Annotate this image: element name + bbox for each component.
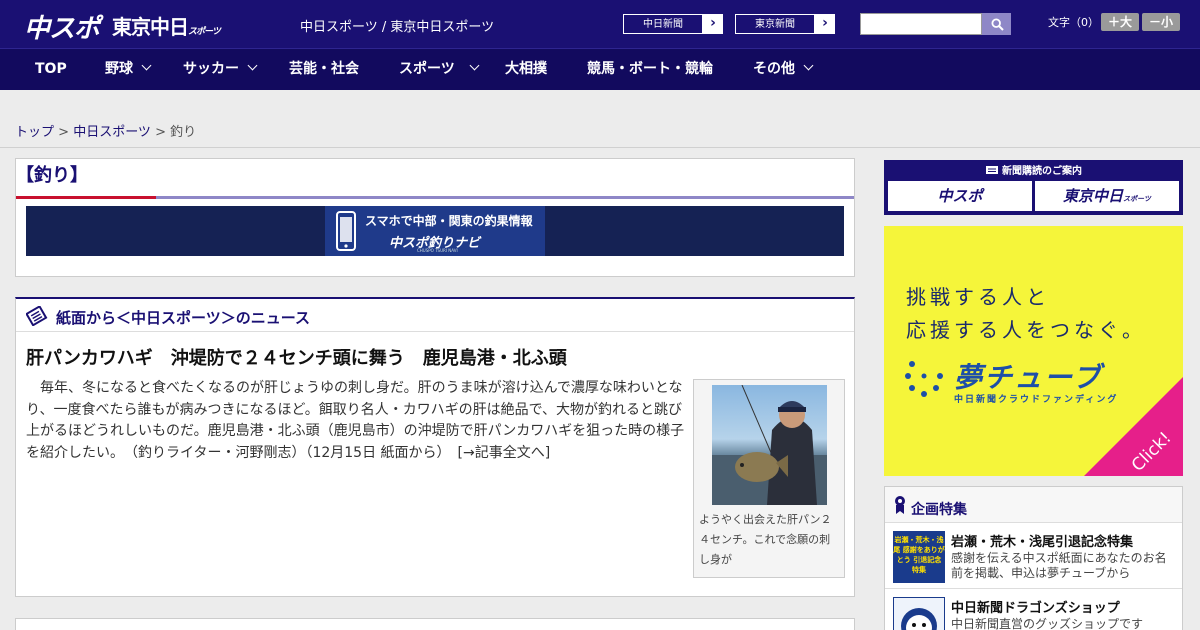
nav-item-baseball[interactable]: 野球 [105,49,152,91]
feature-item[interactable]: 中日新聞ドラゴンズショップ 中日新聞直営のグッズショップです [885,589,1182,630]
article-photo-box: ようやく出会えた肝パン２４センチ。これで念願の刺し身が [693,379,845,578]
chevron-right-icon: › [710,15,716,31]
feature-item[interactable]: 岩瀬・荒木・浅尾 感謝をありがとう 引退記念 特集 岩瀬・荒木・浅尾引退記念特集… [885,523,1182,589]
site-header: 中スポ 東京中日スポーツ 中日スポーツ / 東京中日スポーツ 中日新聞 › 東京… [0,0,1200,48]
newspaper-icon [986,166,998,174]
main-nav: TOP 野球 サッカー 芸能・社会 スポーツ 大相撲 競馬・ボート・競輪 その他 [0,48,1200,90]
next-news-box [15,618,855,630]
subscribe-tokyo-chunichi-button[interactable]: 東京中日スポーツ [1035,181,1179,211]
chevron-down-icon [247,60,258,71]
category-divider-accent [16,196,156,199]
logo-tokyo-chunichi-text: 東京中日 [112,15,189,39]
logo-tokyo-chunichi-small: スポーツ [188,27,221,37]
chevron-down-icon [141,60,152,71]
yume-tube-line1: 挑戦する人と [906,285,1050,309]
nav-item-other[interactable]: その他 [753,49,814,91]
logo-tokyo-chunichi[interactable]: 東京中日スポーツ [112,11,221,40]
tsuri-navi-line3: CHUSPO TSURI NAVI [417,248,458,253]
photo-caption: ようやく出会えた肝パン２４センチ。これで念願の刺し身が [699,513,832,566]
feature-thumbnail: 岩瀬・荒木・浅尾 感謝をありがとう 引退記念 特集 [893,531,945,583]
font-size-label: 文字（0） [1048,16,1099,29]
features-header: 企画特集 [885,487,1182,523]
font-larger-button[interactable]: ＋大 [1101,13,1139,31]
news-heading: 紙面から＜中日スポーツ＞のニュース [56,309,310,327]
font-smaller-button[interactable]: －小 [1142,13,1180,31]
smartphone-icon [336,211,356,251]
newspaper-icon [26,306,48,326]
nav-item-label: その他 [753,61,795,77]
features-heading: 企画特集 [911,502,967,518]
article-summary: 毎年、冬になると食べたくなるのが肝じょうゆの刺し身だ。肝のうま味が溶け込んで濃厚… [26,380,685,461]
site-links[interactable]: 中日スポーツ / 東京中日スポーツ [300,16,494,35]
breadcrumb-current: 釣り [170,125,197,140]
search-input[interactable] [860,13,982,35]
nav-item-label: スポーツ [399,61,455,77]
tsuri-navi-line1: スマホで中部・関東の釣果情報 [365,214,533,228]
search-icon [991,18,1004,31]
yume-tube-brand: 夢チューブ [954,361,1103,394]
nav-item-entertainment[interactable]: 芸能・社会 [289,49,359,91]
tsuri-navi-banner-inner: スマホで中部・関東の釣果情報 中スポ釣りナビ CHUSPO TSURI NAVI [325,206,545,256]
yume-tube-line2: 応援する人をつなぐ。 [906,318,1146,342]
breadcrumb-home-link[interactable]: トップ [15,125,54,140]
article-title-link[interactable]: 肝パンカワハギ 沖堤防で２４センチ頭に舞う 鹿児島港・北ふ頭 [26,344,567,370]
mascot-icon [901,608,937,630]
chevron-right-icon: › [822,15,828,31]
nav-item-soccer[interactable]: サッカー [183,49,258,91]
nav-item-label: 野球 [105,61,133,77]
subscription-title: 新聞購読のご案内 [884,162,1183,177]
breadcrumb-separator: > [54,125,74,140]
chunichi-shimbun-label: 中日新聞 [623,14,703,34]
breadcrumb: トップ > 中日スポーツ > 釣り [15,121,196,140]
tokyo-shimbun-button[interactable]: 東京新聞 › [734,13,836,35]
subscribe-chuspo-button[interactable]: 中スポ [888,181,1032,211]
feature-title: 岩瀬・荒木・浅尾引退記念特集 [951,535,1134,550]
tokyo-shimbun-label: 東京新聞 [735,14,815,34]
breadcrumb-separator: > [150,125,171,140]
nav-item-label: TOP [35,61,67,77]
subscribe-tokyo-chunichi-small: スポーツ [1123,195,1151,203]
feature-thumbnail [893,597,945,630]
breadcrumb-section-link[interactable]: 中日スポーツ [73,125,151,140]
nav-item-sumo[interactable]: 大相撲 [505,49,547,91]
chevron-down-icon [469,60,480,71]
nav-item-label: 芸能・社会 [289,61,359,77]
news-box: 紙面から＜中日スポーツ＞のニュース 肝パンカワハギ 沖堤防で２４センチ頭に舞う … [15,297,855,597]
category-box: 【釣り】 スマホで中部・関東の釣果情報 中スポ釣りナビ CHUSPO TSURI… [15,158,855,277]
features-box: 企画特集 岩瀬・荒木・浅尾 感謝をありがとう 引退記念 特集 岩瀬・荒木・浅尾引… [884,486,1183,630]
feature-description: 感謝を伝える中スポ紙面にあなたのお名前を掲載、申込は夢チューブから [951,551,1167,580]
angler-photo-illustration [712,385,827,505]
search-button[interactable] [982,13,1011,35]
yume-tube-banner[interactable]: 挑戦する人と 応援する人をつなぐ。 夢チューブ 中日新聞クラウドファンディング … [884,226,1183,476]
chevron-down-icon [803,60,814,71]
category-title: 【釣り】 [16,165,88,186]
subscription-title-text: 新聞購読のご案内 [1002,166,1082,177]
nav-item-label: サッカー [183,61,239,77]
nav-item-top[interactable]: TOP [35,49,67,91]
tsuri-navi-banner[interactable]: スマホで中部・関東の釣果情報 中スポ釣りナビ CHUSPO TSURI NAVI [26,206,844,256]
yume-tube-brand-sub: 中日新聞クラウドファンディング [954,395,1119,405]
news-header: 紙面から＜中日スポーツ＞のニュース [16,299,854,332]
article-photo[interactable] [712,385,827,505]
nav-item-label: 競馬・ボート・競輪 [587,61,713,77]
feature-title: 中日新聞ドラゴンズショップ [951,601,1120,616]
yume-tube-logo-icon [905,361,943,397]
feature-description: 中日新聞直営のグッズショップです [951,617,1144,630]
ribbon-icon [895,496,905,514]
nav-item-label: 大相撲 [505,61,547,77]
nav-item-racing[interactable]: 競馬・ボート・競輪 [587,49,713,91]
nav-item-sports[interactable]: スポーツ [399,49,480,91]
chunichi-shimbun-button[interactable]: 中日新聞 › [622,13,724,35]
subscription-box: 新聞購読のご案内 中スポ 東京中日スポーツ [884,160,1183,215]
logo-chuspo[interactable]: 中スポ [24,8,100,45]
subscribe-tokyo-chunichi-label: 東京中日 [1063,187,1124,205]
